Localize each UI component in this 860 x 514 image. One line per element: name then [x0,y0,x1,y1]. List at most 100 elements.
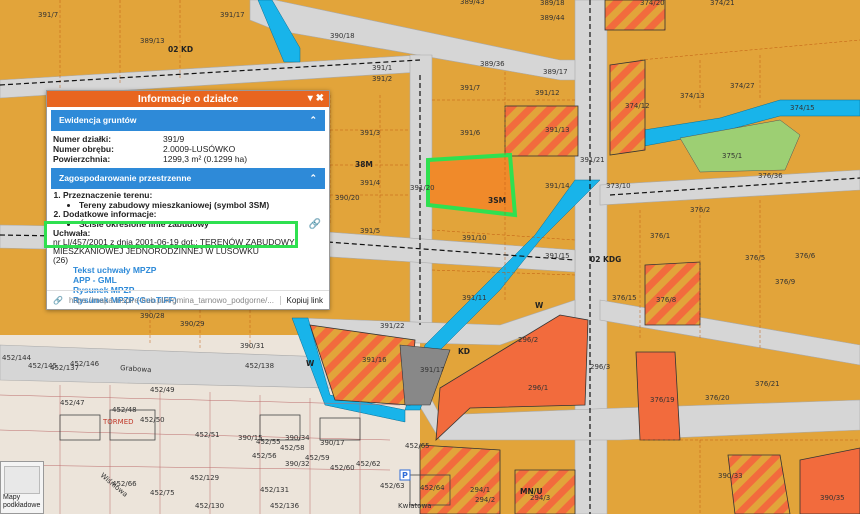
parcel-label: 391/6 [460,129,481,137]
parcel-label: 452/58 [280,444,305,452]
svg-text:P: P [402,471,408,480]
parcel-label: 389/44 [540,14,565,22]
resolution-tail: (26) [53,255,69,265]
parcel-label: 452/65 [405,442,430,450]
parcel-label: 452/47 [60,399,85,407]
parcel-label: 452/63 [380,482,405,490]
parcel-label: 376/8 [656,296,676,304]
parcel-label: 391/7 [38,11,58,19]
section-land-registry-header[interactable]: Ewidencja gruntów ⌃ [51,110,325,131]
parcel-label: 390/29 [180,320,205,328]
parking-icon[interactable]: P [399,469,411,481]
parcel-label: 391/17 [220,11,245,19]
parcel-label: 452/51 [195,431,220,439]
parcel-label: 296/2 [518,336,538,344]
copy-link-button[interactable]: Kopiuj link [279,295,329,305]
selected-parcel-391-9[interactable] [426,152,518,218]
parcel-label: 390/20 [335,194,360,202]
parcel-label: 389/17 [543,68,568,76]
land-registry-details: Numer działki: 391/9 Numer obrębu: 2.0009-… [47,134,329,164]
resolution-highlight-box [44,221,298,248]
place-label: TORMED [102,418,134,426]
link-icon[interactable]: 🔗 [309,219,321,230]
zone-label: 02 KDG [590,255,621,264]
parcel-label: 390/18 [330,32,355,40]
parcel-label: 390/31 [240,342,265,350]
parcel-label: 391/7 [460,84,480,92]
parcel-label: 452/62 [356,460,381,468]
zone-label: 02 KD [168,45,193,54]
parcel-label: 452/64 [420,484,445,492]
parcel-label: 374/15 [790,104,815,112]
parcel-label: 390/33 [718,472,743,480]
row-parcel-number: Numer działki: 391/9 [53,134,185,144]
section-zoning-title: Zagospodarowanie przestrzenne [59,173,192,183]
parcel-label: 374/20 [640,0,665,7]
share-url[interactable]: https://mapa.inspire-hub.pl/#/gmina_tarn… [69,296,280,305]
parcel-label: 452/49 [150,386,175,394]
parcel-label: 390/32 [285,460,310,468]
parcel-label: 390/28 [140,312,165,320]
parcel-label: 390/17 [320,439,345,447]
parcel-label: 391/21 [580,156,605,164]
zone-label: 38M [355,160,373,169]
link-resolution-text[interactable]: Tekst uchwały MPZP [73,265,329,275]
parcel-info-popup[interactable]: Informacje o działce ▾ ✖ Ewidencja grunt… [46,90,330,310]
parcel-label: 294/1 [470,486,490,494]
basemap-thumbnail [4,466,40,494]
parcel-label: 391/1 [372,64,392,72]
parcel-label: 390/34 [285,434,310,442]
parcel-label: 374/13 [680,92,705,100]
zone-label: KD [458,347,470,356]
basemap-switcher[interactable]: Mapy podkładowe [0,461,44,514]
parcel-label: 391/20 [410,184,435,192]
link-app-gml[interactable]: APP - GML [73,275,329,285]
parcel-label: 452/56 [252,452,277,460]
section-zoning-header[interactable]: Zagospodarowanie przestrzenne ⌃ [51,168,325,189]
row-area: Powierzchnia: 1299,3 m² (0.1299 ha) [53,154,248,164]
parcel-label: 376/19 [650,396,675,404]
parcel-label: 452/131 [260,486,289,494]
parcel-label: 391/4 [360,179,381,187]
parcel-label: 294/2 [475,496,495,504]
street-label: Kwiatowa [398,502,432,510]
parcel-label: 391/2 [372,75,392,83]
parcel-label: 391/14 [545,182,570,190]
parcel-label: 376/21 [755,380,780,388]
zone-label: W [306,359,315,368]
parcel-label: 390/35 [820,494,845,502]
parcel-label: 296/1 [528,384,548,392]
parcel-label: 376/5 [745,254,765,262]
parcel-label: 389/13 [140,37,165,45]
parcel-label: 389/43 [460,0,485,6]
chevron-up-icon[interactable]: ⌃ [309,110,317,131]
popup-footer: 🔗 https://mapa.inspire-hub.pl/#/gmina_ta… [47,290,329,309]
parcel-label: 374/21 [710,0,735,7]
popup-title: Informacje o działce [137,93,239,105]
parcel-label: 452/136 [270,502,300,510]
parcel-label: 374/27 [730,82,755,90]
parcel-label: 391/10 [462,234,487,242]
parcel-label: 376/9 [775,278,795,286]
parcel-label: 391/17 [420,366,445,374]
close-icon[interactable]: ✖ [316,93,324,104]
parcel-label: 452/137 [50,364,79,372]
basemap-label: Mapy podkładowe [3,494,41,509]
share-link-icon: 🔗 [53,295,63,305]
parcel-label: 389/36 [480,60,505,68]
chevron-up-icon[interactable]: ⌃ [309,168,317,189]
parcel-label: 390/15 [238,434,263,442]
parcel-label: 391/22 [380,322,405,330]
parcel-label: 376/36 [758,172,783,180]
collapse-popup-icon[interactable]: ▾ [308,93,313,104]
parcel-label: 375/1 [722,152,742,160]
parcel-label: 376/6 [795,252,816,260]
parcel-label: 389/18 [540,0,565,7]
zoning-purpose: Przeznaczenie terenu: Tereny zabudowy mi… [63,190,329,210]
parcel-label: 452/75 [150,489,175,497]
zone-label: W [535,301,544,310]
parcel-label: 452/138 [245,362,274,370]
parcel-label: 391/11 [462,294,487,302]
parcel-label: 391/3 [360,129,380,137]
parcel-label: 452/144 [2,354,32,362]
